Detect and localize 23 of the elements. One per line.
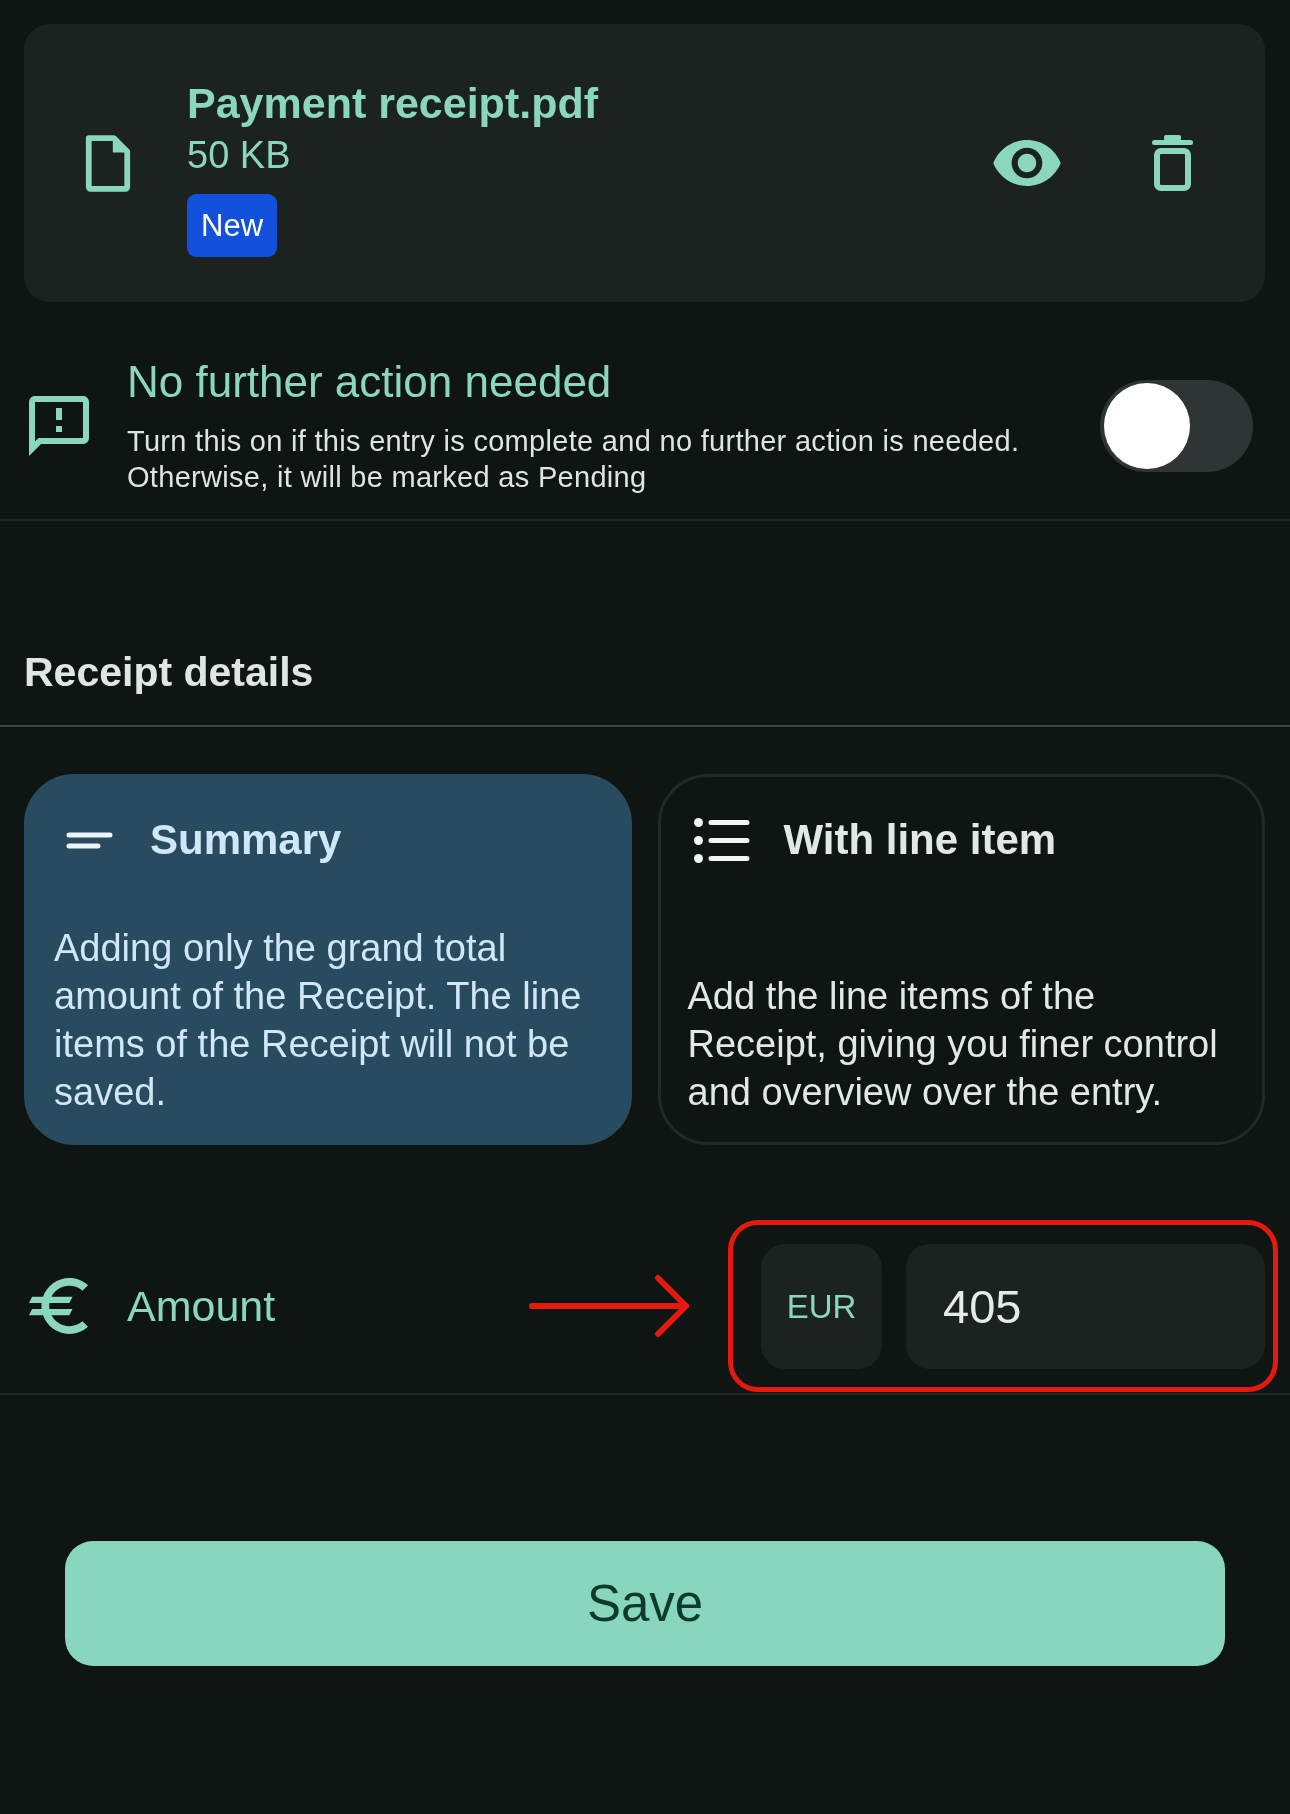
file-icon (83, 132, 133, 194)
amount-label: Amount (127, 1281, 277, 1331)
setting-description: Turn this on if this entry is complete and no further action is needed. Otherwise, it will be marked as Pending (127, 424, 1021, 495)
euro-icon (29, 1278, 88, 1334)
alert-bubble-icon (29, 395, 89, 456)
amount-input[interactable]: 405 (906, 1244, 1265, 1369)
setting-title: No further action needed (127, 356, 613, 408)
new-badge: New (187, 194, 277, 257)
option-card[interactable]: With line item Add the line items of the Receipt, giving you finer control and overview over the entry. (657, 774, 1265, 1145)
save-button[interactable]: Save (65, 1541, 1225, 1666)
option-description: Adding only the grand total amount of the Receipt. The line items of the Receipt will not be saved. (54, 926, 583, 1115)
option-title: Summary (150, 816, 342, 864)
list-icon (693, 817, 750, 863)
file-size: 50 KB (187, 133, 291, 178)
option-card[interactable]: Summary Adding only the grand total amount of the Receipt. The line items of the Receipt will not be saved. (24, 774, 632, 1145)
short-lines-icon (66, 830, 113, 850)
eye-icon[interactable] (993, 140, 1061, 186)
trash-icon[interactable] (1152, 135, 1193, 191)
section-heading: Receipt details (24, 648, 315, 696)
option-title: With line item (783, 816, 1057, 864)
option-description: Add the line items of the Receipt, giving you finer control and overview over the entry. (687, 974, 1219, 1115)
currency-field[interactable]: EUR (761, 1244, 882, 1369)
file-name: Payment receipt.pdf (187, 80, 598, 126)
